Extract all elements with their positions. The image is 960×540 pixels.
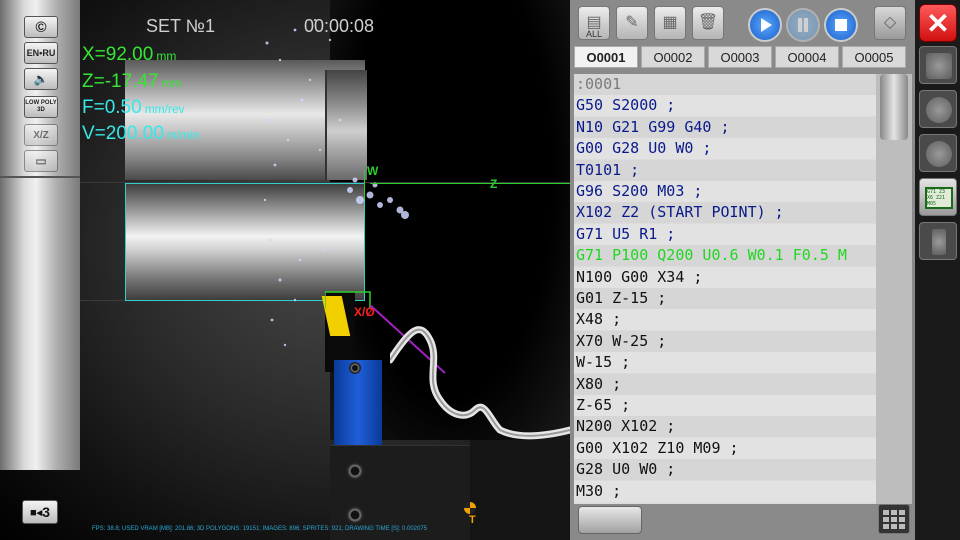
lowpoly-3d-button[interactable]: LOW POLY 3D bbox=[24, 96, 58, 118]
readout-z-unit: mm bbox=[161, 76, 182, 90]
turret-bolt-1 bbox=[346, 462, 364, 480]
folder-icon bbox=[926, 53, 952, 79]
editor-toolbar: ▤ ALL ✎ ▦ 🗑 ◇ bbox=[574, 2, 914, 42]
readout-v-value: V=200.00 bbox=[82, 123, 164, 144]
stop-button[interactable] bbox=[824, 8, 858, 42]
keypad-icon bbox=[883, 509, 889, 515]
eraser-button[interactable]: ◇ bbox=[874, 6, 906, 40]
editor-action-button[interactable] bbox=[578, 506, 642, 534]
chuck-seam bbox=[0, 176, 80, 178]
tool-icon bbox=[926, 97, 952, 123]
timer: 00:00:08 bbox=[304, 16, 375, 36]
pause-icon bbox=[798, 18, 808, 32]
camera-number: 3 bbox=[42, 504, 50, 520]
pause-button[interactable] bbox=[786, 8, 820, 42]
code-line[interactable]: N200 X102 ; bbox=[576, 416, 675, 437]
tab-o0001[interactable]: O0001 bbox=[574, 46, 638, 68]
program-tabs: O0001 O0002 O0003 O0004 O0005 bbox=[574, 46, 914, 68]
code-line[interactable]: W-15 ; bbox=[576, 352, 630, 373]
readout-z-value: Z=-17.47 bbox=[82, 71, 159, 92]
edit-button[interactable]: ✎ bbox=[616, 6, 648, 40]
code-line[interactable]: G71 P100 Q200 U0.6 W0.1 F0.5 M bbox=[576, 245, 847, 266]
readout-x-value: X=92.00 bbox=[82, 44, 154, 65]
screen-view-button[interactable]: ▭ bbox=[24, 150, 58, 172]
tool-settings-button[interactable] bbox=[919, 90, 957, 128]
readout-f: F=0.50 mm/rev bbox=[82, 97, 185, 119]
copyright-button[interactable]: © bbox=[24, 16, 58, 38]
code-line[interactable]: M30 ; bbox=[576, 481, 621, 502]
program-icon: G71 Z3 X6 Z21 M05 bbox=[925, 187, 953, 209]
z-axis-line bbox=[370, 183, 570, 184]
open-folder-button[interactable] bbox=[919, 46, 957, 84]
keypad-button[interactable] bbox=[878, 504, 910, 534]
sound-icon[interactable]: 🔈 bbox=[24, 68, 58, 90]
tab-o0004[interactable]: O0004 bbox=[775, 46, 839, 68]
readout-f-unit: mm/rev bbox=[144, 102, 185, 116]
play-button[interactable] bbox=[748, 8, 782, 42]
axis-z-label: Z bbox=[490, 177, 498, 191]
chuck-icon bbox=[926, 141, 952, 167]
trash-icon: 🗑 bbox=[697, 14, 719, 31]
code-line[interactable]: G00 G28 U0 W0 ; bbox=[576, 138, 711, 159]
code-line[interactable]: G71 U5 R1 ; bbox=[576, 224, 675, 245]
code-area[interactable]: :0001 G50 S2000 ; N10 G21 G99 G40 ; G00 G28… bbox=[574, 74, 876, 504]
turret-bolt-2 bbox=[346, 506, 364, 524]
new-all-icon: ▤ bbox=[586, 14, 602, 31]
xz-view-button[interactable]: X/Z bbox=[24, 124, 58, 146]
stop-icon bbox=[835, 19, 847, 31]
delete-button[interactable]: 🗑 bbox=[692, 6, 724, 40]
code-line[interactable]: G50 S2000 ; bbox=[576, 95, 675, 116]
axis-w-label: W bbox=[367, 164, 379, 178]
close-button[interactable]: ✕ bbox=[919, 4, 957, 42]
set-label: SET №1 bbox=[146, 16, 216, 36]
holder-screw bbox=[349, 362, 361, 374]
readout-v: V=200.00 m/min bbox=[82, 123, 200, 145]
key-icon bbox=[932, 229, 946, 255]
edit-icon: ✎ bbox=[625, 14, 639, 31]
paste-button[interactable]: ▦ bbox=[654, 6, 686, 40]
code-line[interactable]: :0001 bbox=[576, 74, 621, 95]
turret-side bbox=[470, 440, 570, 540]
code-line[interactable]: Z-65 ; bbox=[576, 395, 630, 416]
code-line[interactable]: N10 G21 G99 G40 ; bbox=[576, 117, 730, 138]
chuck-settings-button[interactable] bbox=[919, 134, 957, 172]
camera-icon: ■◂ bbox=[30, 506, 43, 519]
readout-x-unit: mm bbox=[156, 49, 177, 63]
tool-reference-icon bbox=[464, 502, 476, 514]
code-line[interactable]: G96 S200 M03 ; bbox=[576, 181, 702, 202]
code-line[interactable]: X80 ; bbox=[576, 374, 621, 395]
metal-chip bbox=[390, 326, 570, 440]
language-button[interactable]: EN•RU bbox=[24, 42, 58, 64]
readout-v-unit: m/min bbox=[166, 128, 200, 142]
simulation-viewport[interactable]: W Z X/Ø SET №1 00:00:08 © EN•RU 🔈 LOW PO… bbox=[0, 0, 570, 540]
paste-icon: ▦ bbox=[662, 14, 678, 31]
tab-o0002[interactable]: O0002 bbox=[641, 46, 705, 68]
eraser-icon: ◇ bbox=[883, 14, 897, 31]
code-line[interactable]: X48 ; bbox=[576, 309, 621, 330]
readout-f-value: F=0.50 bbox=[82, 97, 142, 118]
code-line[interactable]: G01 Z-15 ; bbox=[576, 288, 666, 309]
status-bar: FPS: 38.8; USED VRAM [MB]: 201.86; 3D PO… bbox=[92, 526, 428, 532]
tab-o0003[interactable]: O0003 bbox=[708, 46, 772, 68]
play-icon bbox=[761, 18, 772, 32]
readout-z: Z=-17.47 mm bbox=[82, 71, 182, 93]
tab-o0005[interactable]: O0005 bbox=[842, 46, 906, 68]
code-line[interactable]: T0101 ; bbox=[576, 160, 639, 181]
readout-x: X=92.00 mm bbox=[82, 44, 176, 66]
code-line[interactable]: N100 G00 X34 ; bbox=[576, 267, 702, 288]
code-line[interactable]: X70 W-25 ; bbox=[576, 331, 666, 352]
tool-reference-label: T bbox=[469, 514, 476, 526]
program-view-button[interactable]: G71 Z3 X6 Z21 M05 bbox=[919, 178, 957, 216]
w-axis-line bbox=[364, 170, 365, 200]
code-line[interactable]: G28 U0 W0 ; bbox=[576, 459, 675, 480]
new-all-button[interactable]: ▤ ALL bbox=[578, 6, 610, 40]
camera-button[interactable]: ■◂ 3 bbox=[22, 500, 58, 524]
code-scrollbar-thumb[interactable] bbox=[880, 74, 908, 140]
code-line[interactable]: X102 Z2 (START POINT) ; bbox=[576, 202, 784, 223]
key-button[interactable] bbox=[919, 222, 957, 260]
code-line[interactable]: G00 X102 Z10 M09 ; bbox=[576, 438, 739, 459]
